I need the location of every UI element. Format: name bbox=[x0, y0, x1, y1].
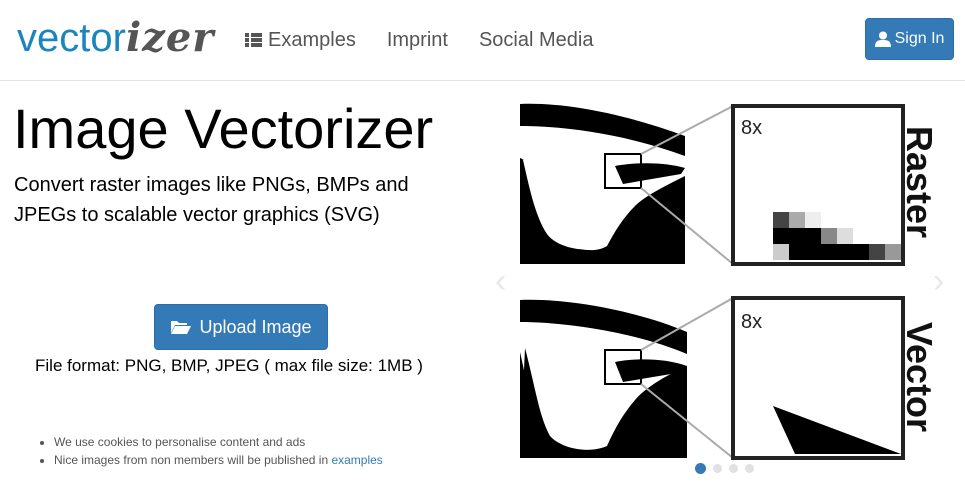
hero-carousel: 8x Raster 8x Vector ‹ › bbox=[495, 96, 965, 484]
sign-in-button[interactable]: Sign In bbox=[865, 18, 954, 60]
user-icon bbox=[874, 31, 891, 47]
carousel-indicators bbox=[695, 463, 754, 474]
nav-imprint-label: Imprint bbox=[386, 29, 448, 51]
carousel-dot-2[interactable] bbox=[713, 464, 722, 473]
main-nav: Examples Imprint Social Media bbox=[245, 28, 624, 52]
page-subtitle: Convert raster images like PNGs, BMPs an… bbox=[14, 174, 409, 226]
carousel-dot-4[interactable] bbox=[745, 464, 754, 473]
nav-examples-link[interactable]: Examples bbox=[245, 28, 356, 52]
nav-social-link[interactable]: Social Media bbox=[479, 28, 594, 52]
logo[interactable]: vectorizer bbox=[17, 14, 214, 62]
cookies-note: We use cookies to personalise content an… bbox=[54, 435, 306, 449]
vector-zoom-label: 8x bbox=[741, 311, 762, 333]
list-icon bbox=[245, 33, 262, 47]
upload-image-label: Upload Image bbox=[199, 316, 312, 337]
nav-social-label: Social Media bbox=[478, 29, 594, 51]
raster-zoom-label: 8x bbox=[741, 117, 762, 139]
chevron-left-icon[interactable]: ‹ bbox=[495, 264, 506, 298]
vector-label: Vector bbox=[899, 322, 940, 432]
notes-list: We use cookies to personalise content an… bbox=[36, 433, 383, 469]
nav-examples-label: Examples bbox=[268, 29, 356, 51]
upload-image-button[interactable]: Upload Image bbox=[154, 304, 328, 350]
chevron-right-icon[interactable]: › bbox=[933, 264, 944, 298]
list-item: We use cookies to personalise content an… bbox=[54, 433, 383, 451]
nav-imprint-link[interactable]: Imprint bbox=[387, 28, 448, 52]
examples-link[interactable]: examples bbox=[331, 453, 382, 467]
vector-preview: 8x Vector bbox=[520, 296, 940, 460]
file-format-info: File format: PNG, BMP, JPEG ( max file s… bbox=[35, 356, 423, 375]
folder-open-icon bbox=[171, 321, 192, 334]
carousel-dot-1[interactable] bbox=[695, 463, 706, 474]
carousel-dot-3[interactable] bbox=[729, 464, 738, 473]
published-note: Nice images from non members will be pub… bbox=[54, 453, 332, 467]
raster-vs-vector-illustration: 8x Raster 8x Vector bbox=[520, 103, 940, 460]
navbar: vectorizer Examples Imprint Social Media… bbox=[0, 0, 965, 81]
raster-preview: 8x Raster bbox=[520, 103, 940, 266]
logo-text-izer: izer bbox=[125, 14, 215, 61]
page-title: Image Vectorizer bbox=[13, 97, 434, 160]
raster-label: Raster bbox=[899, 126, 940, 238]
sign-in-label: Sign In bbox=[894, 30, 945, 47]
list-item: Nice images from non members will be pub… bbox=[54, 451, 383, 469]
logo-text-vector: vector bbox=[17, 16, 126, 60]
